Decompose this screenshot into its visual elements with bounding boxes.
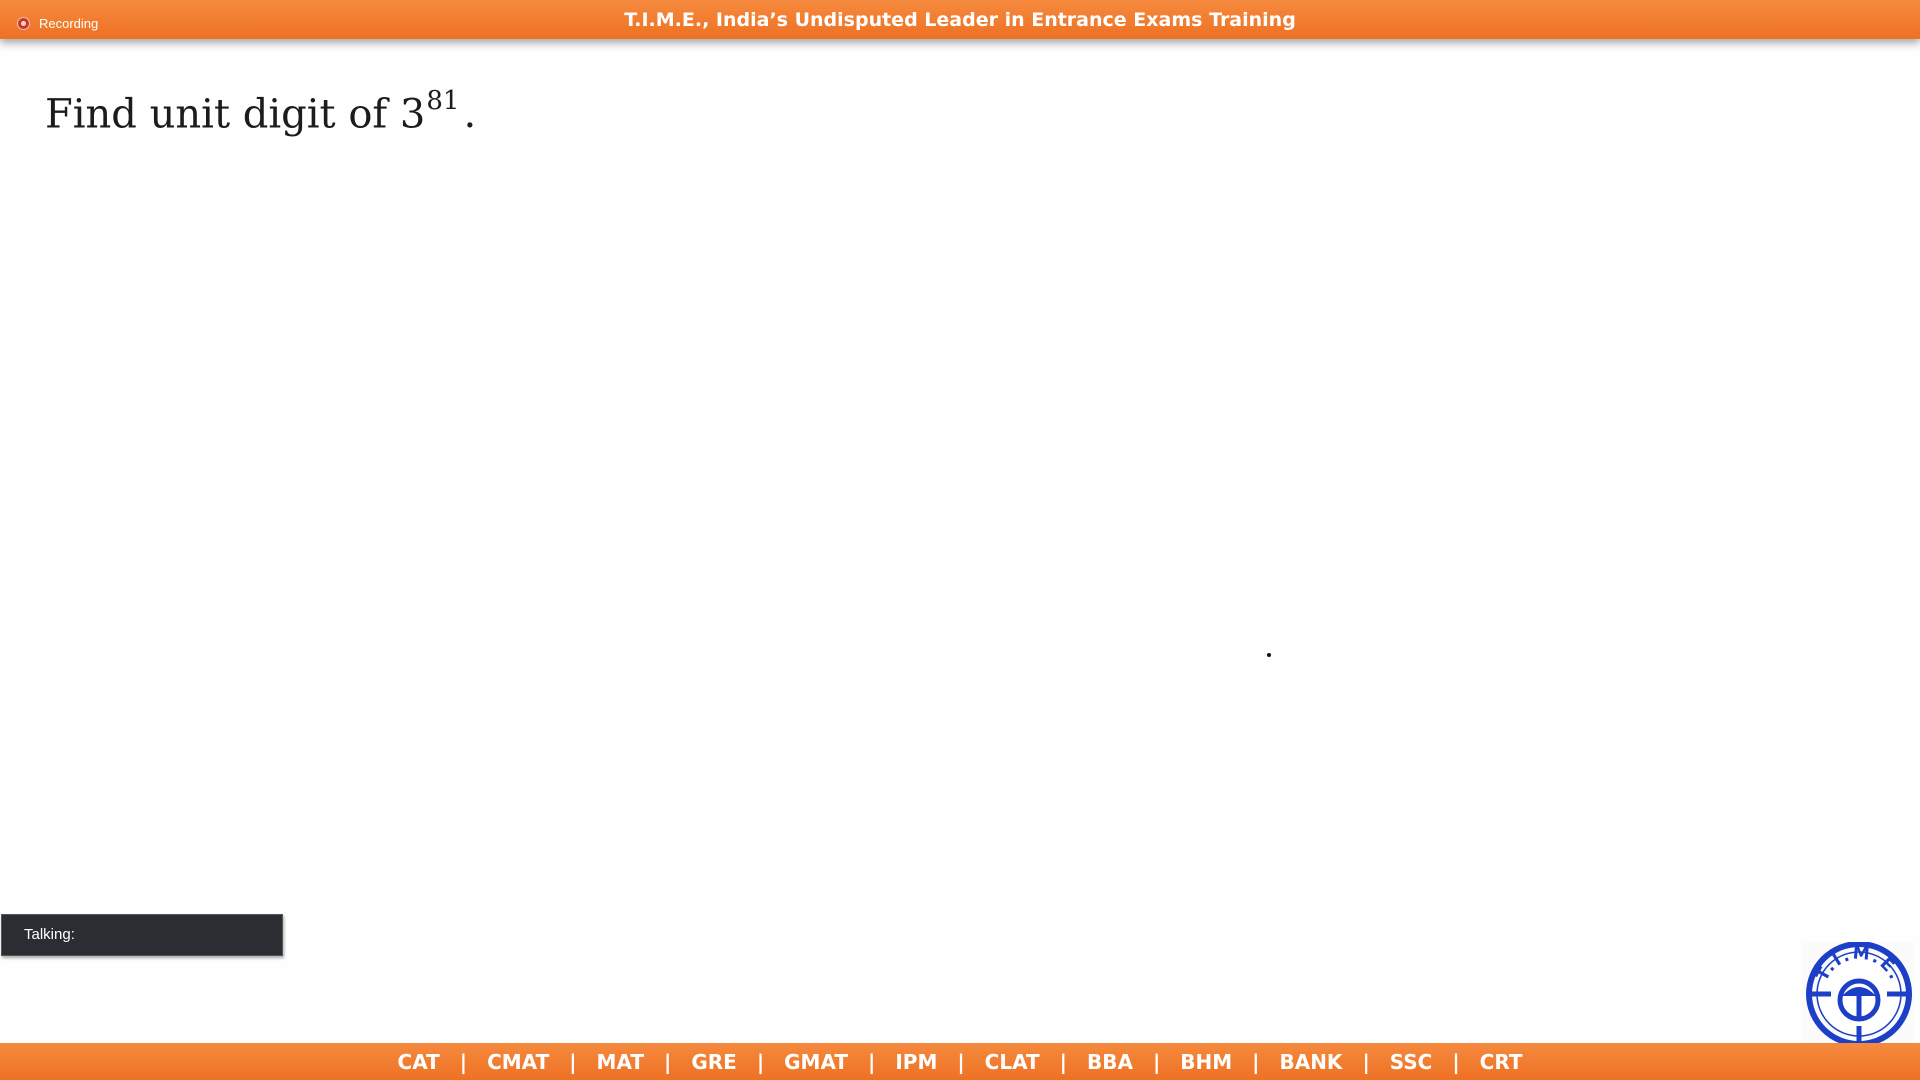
exam-separator: | [459,1049,468,1074]
exam-link-crt[interactable]: CRT [1480,1050,1523,1074]
question-exponent: 81 [426,86,460,116]
exam-separator: | [569,1049,577,1074]
exam-separator: | [957,1049,965,1074]
exam-separator: | [664,1049,672,1074]
exam-separator: | [756,1049,765,1074]
exam-link-cat[interactable]: CAT [398,1050,440,1074]
exam-link-gmat[interactable]: GMAT [784,1050,848,1074]
exam-link-ssc[interactable]: SSC [1390,1050,1433,1074]
exam-separator: | [1059,1049,1067,1074]
exam-link-bba[interactable]: BBA [1087,1050,1133,1074]
exam-link-clat[interactable]: CLAT [985,1050,1040,1074]
question-text: Find unit digit of 381. [45,86,477,138]
exam-link-bhm[interactable]: BHM [1180,1050,1232,1074]
time-logo-icon: T.I.M.E. [1802,942,1914,1046]
exam-link-gre[interactable]: GRE [691,1050,736,1074]
question-prefix: Find unit digit of 3 [45,91,426,138]
exam-link-mat[interactable]: MAT [597,1050,644,1074]
pen-mark [1267,653,1271,657]
top-banner: Recording T.I.M.E., India’s Undisputed L… [0,0,1920,39]
talking-label: Talking: [24,926,75,943]
exam-separator: | [868,1049,876,1074]
exam-separator: | [1362,1049,1370,1074]
bottom-exam-bar: CAT | CMAT | MAT | GRE | GMAT | IPM | CLAT | BBA | BHM | B… [0,1043,1920,1080]
exam-separator: | [1452,1049,1460,1074]
exam-link-ipm[interactable]: IPM [895,1050,937,1074]
exam-link-bank[interactable]: BANK [1279,1050,1342,1074]
banner-title: T.I.M.E., India’s Undisputed Leader in E… [624,9,1296,31]
talking-panel: Talking: [1,914,283,956]
exam-separator: | [1252,1049,1260,1074]
exam-separator: | [1152,1049,1161,1074]
question-suffix: . [463,91,477,138]
exam-links: CAT | CMAT | MAT | GRE | GMAT | IPM | CLAT | BBA | BHM | B… [398,1050,1523,1074]
presentation-screen: Recording T.I.M.E., India’s Undisputed L… [0,0,1920,1080]
exam-link-cmat[interactable]: CMAT [487,1050,549,1074]
